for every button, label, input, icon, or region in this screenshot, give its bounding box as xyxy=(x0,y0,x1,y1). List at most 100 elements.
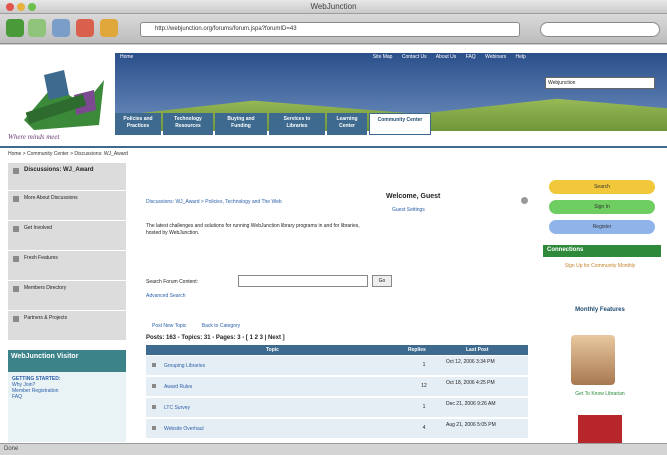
toplink-help[interactable]: Help xyxy=(516,54,526,60)
thread-last-post: Dec 21, 2006 9:26 AM xyxy=(446,401,496,407)
site-banner: Home Site Map Contact Us About Us FAQ We… xyxy=(0,45,667,145)
tab-buying[interactable]: Buying and Funding xyxy=(215,113,267,135)
featured-person-photo[interactable] xyxy=(571,335,615,385)
toplink-home[interactable]: Home xyxy=(120,54,133,60)
top-links: Home Site Map Contact Us About Us FAQ We… xyxy=(120,54,660,63)
main-tabs: Policies and Practices Technology Resour… xyxy=(115,113,431,135)
connections-link[interactable]: Sign Up for Community Monthly xyxy=(560,263,640,269)
featured-person-link[interactable]: Get To Know Librarian xyxy=(560,391,640,397)
sidebar-item-label: Get Involved xyxy=(24,225,53,231)
table-row: Award Rules 12 Oct 18, 2006 4:25 PM xyxy=(146,377,528,397)
back-to-category-link[interactable]: Back to Category xyxy=(202,323,240,329)
promo-image[interactable] xyxy=(578,415,622,443)
sidebar-item-more-about[interactable]: More About Discussions xyxy=(8,191,126,221)
post-new-topic-link[interactable]: Post New Topic xyxy=(152,323,186,329)
thread-icon xyxy=(152,384,156,388)
sidebar-item-partners[interactable]: Partners & Projects xyxy=(8,311,126,341)
window-title: WebJunction xyxy=(310,2,357,11)
sidebar-item-discussions[interactable]: Discussions: WJ_Award xyxy=(8,163,126,191)
sidebar-item-label: Members Directory xyxy=(24,285,67,291)
bullet-icon xyxy=(13,286,19,292)
tab-services[interactable]: Services to Libraries xyxy=(269,113,325,135)
thread-link[interactable]: Website Overhaul xyxy=(164,426,204,432)
sidebar-item-fresh[interactable]: Fresh Features xyxy=(8,251,126,281)
forward-icon[interactable] xyxy=(28,19,46,37)
col-last-post: Last Post xyxy=(466,347,489,353)
toplink-faq[interactable]: FAQ xyxy=(466,54,476,60)
go-button[interactable]: Go xyxy=(372,275,392,287)
tab-community[interactable]: Community Center xyxy=(369,113,431,135)
table-row: Website Overhaul 4 Aug 21, 2006 5:05 PM xyxy=(146,419,528,439)
nav-rule xyxy=(0,146,667,148)
toplink-about[interactable]: About Us xyxy=(436,54,457,60)
bullet-icon xyxy=(13,256,19,262)
sign-in-button[interactable]: Sign In xyxy=(549,200,655,214)
search-label: Search Forum Content: xyxy=(146,279,198,285)
forum-actions: Post New Topic Back to Category xyxy=(152,323,240,329)
reload-icon[interactable] xyxy=(52,19,70,37)
thread-link[interactable]: LTC Survey xyxy=(164,405,190,411)
thread-link[interactable]: Award Rules xyxy=(164,384,192,390)
tab-policies[interactable]: Policies and Practices xyxy=(115,113,161,135)
col-replies: Replies xyxy=(408,347,426,353)
browser-toolbar: http://webjunction.org/forums/forum.jspa… xyxy=(0,14,667,44)
sidebar-item-label: Fresh Features xyxy=(24,255,58,261)
webjunction-logo[interactable] xyxy=(14,65,109,135)
thread-replies: 1 xyxy=(422,362,426,368)
thread-replies: 1 xyxy=(422,404,426,410)
visitor-widget: GETTING STARTED: Why Join? Member Regist… xyxy=(8,372,126,442)
table-header: Topic Replies Last Post xyxy=(146,345,528,355)
forum-path-link[interactable]: Discussions: WJ_Award > Policies, Techno… xyxy=(146,199,282,205)
site-slogan: Where minds meet xyxy=(8,133,60,141)
sidebar-item-label: Discussions: WJ_Award xyxy=(24,167,94,173)
sidebar-item-label: More About Discussions xyxy=(24,195,78,201)
bullet-icon xyxy=(13,316,19,322)
search-button[interactable]: Search xyxy=(549,180,655,194)
back-icon[interactable] xyxy=(6,19,24,37)
home-icon[interactable] xyxy=(100,19,118,37)
toplink-webinars[interactable]: Webinars xyxy=(485,54,506,60)
sidebar-item-members[interactable]: Members Directory xyxy=(8,281,126,311)
table-row: LTC Survey 1 Dec 21, 2006 9:26 AM xyxy=(146,398,528,418)
thread-replies: 12 xyxy=(421,383,427,389)
main-content: Discussions: WJ_Award > Policies, Techno… xyxy=(136,163,534,443)
sidebar-item-label: Partners & Projects xyxy=(24,315,68,321)
thread-link[interactable]: Grouping Libraries xyxy=(164,363,205,369)
forum-search-input[interactable] xyxy=(238,275,368,287)
bullet-icon xyxy=(13,226,19,232)
sidebar-item-get-involved[interactable]: Get Involved xyxy=(8,221,126,251)
gear-icon[interactable] xyxy=(521,197,528,204)
thread-replies: 4 xyxy=(422,425,426,431)
thread-icon xyxy=(152,363,156,367)
table-row: Grouping Libraries 1 Oct 12, 2006 3:34 P… xyxy=(146,356,528,376)
thread-icon xyxy=(152,426,156,430)
breadcrumb[interactable]: Home > Community Center > Discussions: W… xyxy=(8,151,128,157)
toplink-site-map[interactable]: Site Map xyxy=(373,54,393,60)
connections-heading: Connections xyxy=(543,245,661,257)
status-bar: Done xyxy=(0,443,667,455)
thread-last-post: Oct 18, 2006 4:25 PM xyxy=(446,380,495,386)
thread-last-post: Aug 21, 2006 5:05 PM xyxy=(446,422,496,428)
advanced-search-link[interactable]: Advanced Search xyxy=(146,293,185,299)
web-page: Home Site Map Contact Us About Us FAQ We… xyxy=(0,45,667,443)
tab-learning[interactable]: Learning Center xyxy=(327,113,367,135)
col-topic: Topic xyxy=(266,347,279,353)
browser-search-input[interactable] xyxy=(540,22,660,37)
register-button[interactable]: Register xyxy=(549,220,655,234)
url-input[interactable]: http://webjunction.org/forums/forum.jspa… xyxy=(140,22,520,37)
guest-settings-link[interactable]: Guest Settings xyxy=(392,207,425,213)
visitor-widget-title: WebJunction Visitor xyxy=(8,350,126,372)
bullet-icon xyxy=(13,196,19,202)
bullet-icon xyxy=(13,168,19,174)
faq-link[interactable]: FAQ xyxy=(12,394,122,400)
thread-icon xyxy=(152,405,156,409)
monthly-features-heading: Monthly Features xyxy=(575,307,625,313)
toplink-contact[interactable]: Contact Us xyxy=(402,54,427,60)
tab-technology[interactable]: Technology Resources xyxy=(163,113,213,135)
forum-description: The latest challenges and solutions for … xyxy=(146,223,360,236)
forum-counts: Posts: 163 - Topics: 31 - Pages: 3 - [ 1… xyxy=(146,335,285,341)
site-select[interactable]: Webjunction xyxy=(545,77,655,89)
stop-icon[interactable] xyxy=(76,19,94,37)
welcome-heading: Welcome, Guest xyxy=(386,193,441,200)
thread-last-post: Oct 12, 2006 3:34 PM xyxy=(446,359,495,365)
